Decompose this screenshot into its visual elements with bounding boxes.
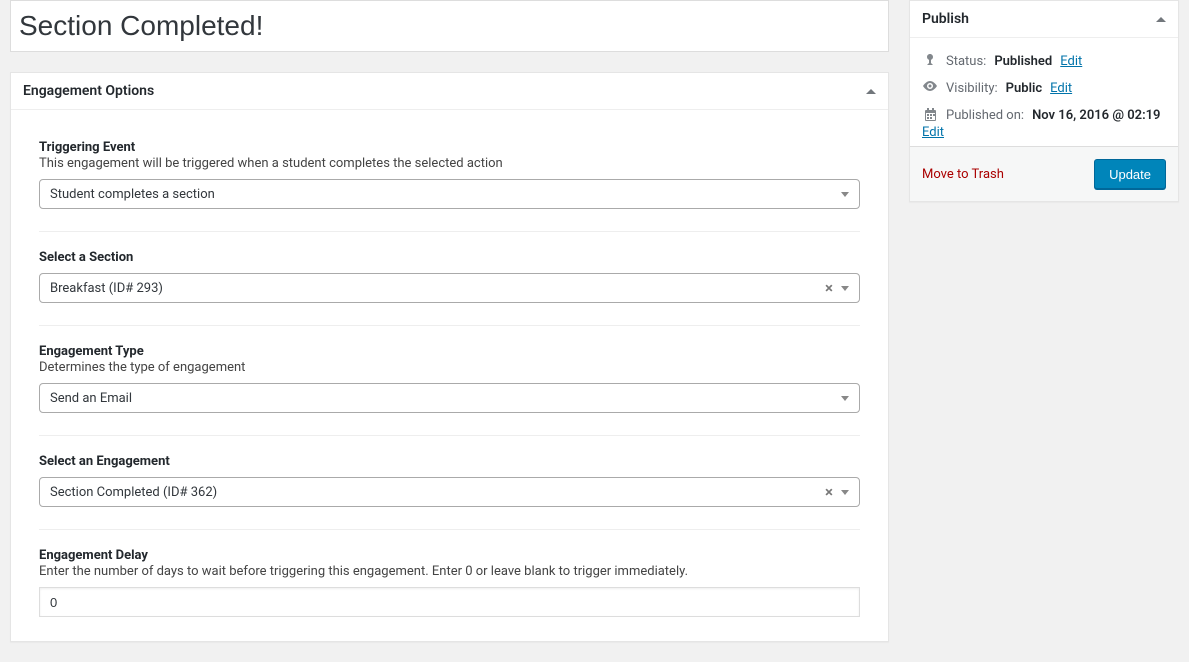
chevron-down-icon (841, 396, 849, 401)
engagement-type-desc: Determines the type of engagement (39, 360, 860, 375)
move-to-trash-link[interactable]: Move to Trash (922, 167, 1004, 182)
status-edit-link[interactable]: Edit (1060, 54, 1082, 69)
collapse-icon (1156, 17, 1166, 22)
post-title-input[interactable] (10, 0, 889, 52)
select-engagement-group: Select an Engagement Section Completed (… (39, 436, 860, 530)
clear-icon[interactable]: × (823, 485, 835, 500)
select-section-value: Breakfast (ID# 293) (50, 281, 163, 296)
status-row: Status: Published Edit (922, 48, 1166, 75)
engagement-options-title: Engagement Options (23, 83, 154, 99)
select-section-label: Select a Section (39, 250, 860, 265)
clear-icon[interactable]: × (823, 281, 835, 296)
published-label: Published on: (946, 108, 1024, 123)
chevron-down-icon (841, 286, 849, 291)
publish-title: Publish (922, 11, 969, 27)
engagement-delay-input[interactable] (50, 588, 849, 616)
triggering-event-value: Student completes a section (50, 187, 215, 202)
triggering-event-group: Triggering Event This engagement will be… (39, 122, 860, 232)
chevron-down-icon (841, 490, 849, 495)
engagement-type-value: Send an Email (50, 391, 132, 406)
visibility-row: Visibility: Public Edit (922, 75, 1166, 102)
pin-icon (922, 54, 938, 68)
published-edit-row: Edit (922, 125, 1166, 146)
update-button[interactable]: Update (1094, 159, 1166, 189)
engagement-options-header[interactable]: Engagement Options (11, 73, 888, 110)
engagement-options-box: Engagement Options Triggering Event This… (10, 72, 889, 642)
engagement-type-group: Engagement Type Determines the type of e… (39, 326, 860, 436)
publish-header[interactable]: Publish (910, 1, 1178, 38)
published-edit-link[interactable]: Edit (922, 125, 944, 140)
triggering-event-desc: This engagement will be triggered when a… (39, 156, 860, 171)
status-label: Status: (946, 54, 986, 69)
visibility-value: Public (1006, 81, 1042, 96)
status-value: Published (994, 54, 1052, 69)
visibility-label: Visibility: (946, 81, 998, 96)
engagement-type-select[interactable]: Send an Email (39, 383, 860, 413)
visibility-edit-link[interactable]: Edit (1050, 81, 1072, 96)
collapse-icon (866, 89, 876, 94)
engagement-type-label: Engagement Type (39, 344, 860, 359)
select-section-select[interactable]: Breakfast (ID# 293) × (39, 273, 860, 303)
published-value: Nov 16, 2016 @ 02:19 (1032, 108, 1160, 123)
engagement-delay-desc: Enter the number of days to wait before … (39, 564, 860, 579)
calendar-icon (922, 108, 938, 121)
triggering-event-select[interactable]: Student completes a section (39, 179, 860, 209)
select-engagement-value: Section Completed (ID# 362) (50, 485, 217, 500)
publish-box: Publish Status: Published Edit Visibilit (909, 0, 1179, 202)
eye-icon (922, 81, 938, 91)
engagement-delay-group: Engagement Delay Enter the number of day… (39, 530, 860, 617)
select-section-group: Select a Section Breakfast (ID# 293) × (39, 232, 860, 326)
select-engagement-label: Select an Engagement (39, 454, 860, 469)
engagement-delay-input-wrap (39, 587, 860, 617)
select-engagement-select[interactable]: Section Completed (ID# 362) × (39, 477, 860, 507)
triggering-event-label: Triggering Event (39, 140, 860, 155)
chevron-down-icon (841, 192, 849, 197)
engagement-delay-label: Engagement Delay (39, 548, 860, 563)
